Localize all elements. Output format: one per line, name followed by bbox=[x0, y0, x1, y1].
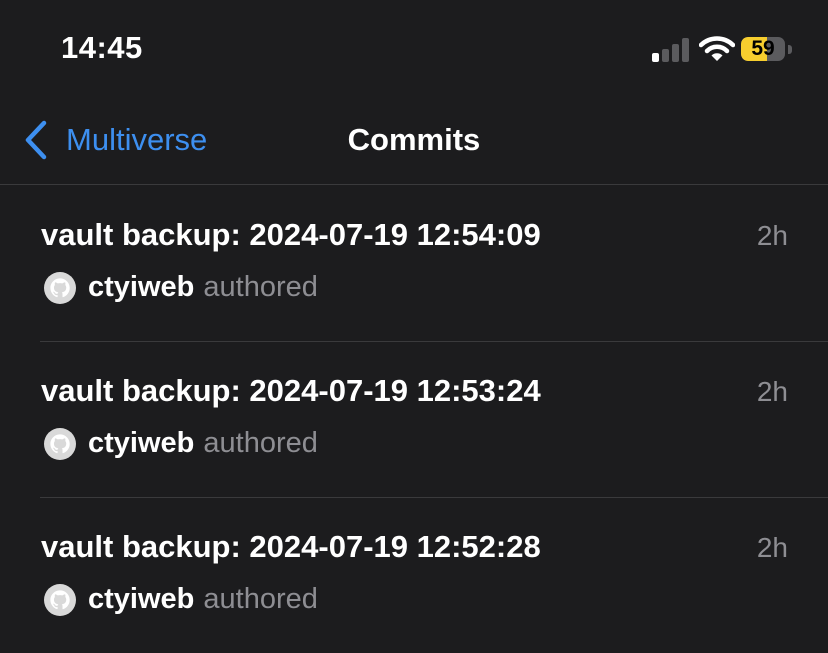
commit-row[interactable]: vault backup: 2024-07-19 12:54:09 2h cty… bbox=[0, 185, 828, 341]
commit-age: 2h bbox=[756, 220, 788, 251]
commit-action: authored bbox=[203, 583, 318, 615]
commit-meta: ctyiweb authored bbox=[44, 271, 318, 304]
github-octocat-icon bbox=[50, 589, 70, 609]
page-title: Commits bbox=[347, 122, 481, 157]
battery-icon: 59 bbox=[741, 37, 793, 63]
commit-author: ctyiweb bbox=[88, 427, 195, 459]
wifi-icon bbox=[699, 36, 735, 61]
commit-row[interactable]: vault backup: 2024-07-19 12:53:24 2h cty… bbox=[0, 341, 828, 497]
commit-action: authored bbox=[203, 427, 318, 459]
commit-list: vault backup: 2024-07-19 12:54:09 2h cty… bbox=[0, 185, 828, 653]
github-octocat-icon bbox=[50, 277, 70, 297]
navigation-bar: Multiverse Commits bbox=[0, 100, 828, 185]
cellular-signal-icon bbox=[652, 38, 689, 62]
commit-author: ctyiweb bbox=[88, 271, 195, 303]
avatar bbox=[44, 583, 76, 616]
commit-action: authored bbox=[203, 271, 318, 303]
commit-author: ctyiweb bbox=[88, 583, 195, 615]
commit-message: vault backup: 2024-07-19 12:54:09 bbox=[41, 217, 541, 252]
status-time: 14:45 bbox=[61, 30, 143, 65]
avatar bbox=[44, 427, 76, 460]
avatar bbox=[44, 271, 76, 304]
commit-meta: ctyiweb authored bbox=[44, 427, 318, 460]
commit-message: vault backup: 2024-07-19 12:53:24 bbox=[41, 373, 541, 408]
commit-message: vault backup: 2024-07-19 12:52:28 bbox=[41, 529, 541, 564]
commit-age: 2h bbox=[756, 376, 788, 407]
battery-level: 59 bbox=[751, 37, 775, 60]
commit-row[interactable]: vault backup: 2024-07-19 12:52:28 2h cty… bbox=[0, 497, 828, 653]
commit-meta: ctyiweb authored bbox=[44, 583, 318, 616]
github-octocat-icon bbox=[50, 433, 70, 453]
commit-age: 2h bbox=[756, 532, 788, 563]
status-bar: 14:45 59 bbox=[0, 0, 828, 100]
